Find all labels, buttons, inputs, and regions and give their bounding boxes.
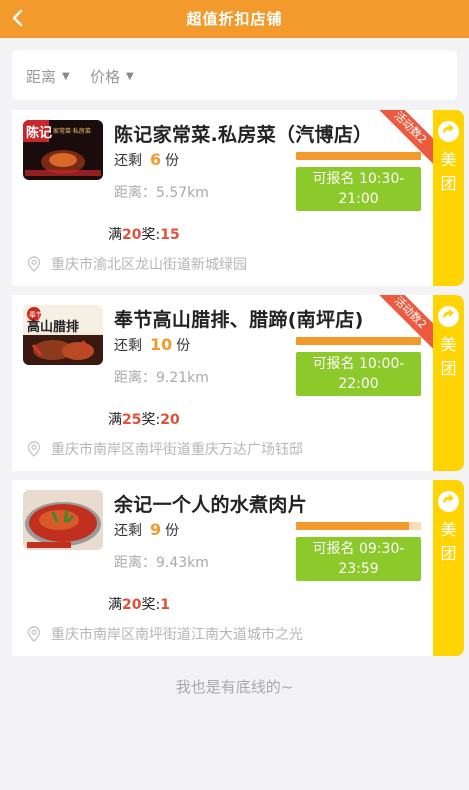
remaining-stock: 还剩 9 份 [114,520,179,540]
meituan-label: 美团 [440,150,457,193]
reward-amount: 15 [160,227,180,243]
store-address-text: 重庆市南岸区南坪街道重庆万达广场钰邸 [51,442,303,458]
reward-threshold: 20 [122,227,142,243]
store-thumbnail: 陈记 家常菜·私房菜 [23,120,103,180]
signup-button[interactable]: 可报名 09:30-23:59 [296,537,421,581]
store-distance: 距离：9.21km [114,370,209,386]
filter-price-label: 价格 [90,68,121,86]
activity-ribbon: 活动数2 [377,295,433,351]
store-distance: 距离：5.57km [114,185,209,201]
reward-amount: 1 [160,597,170,613]
reward-prefix: 满 [108,227,122,243]
remaining-count: 10 [150,335,173,354]
reward-threshold: 20 [122,597,142,613]
activity-ribbon: 活动数2 [377,110,433,166]
remaining-unit: 份 [165,153,180,169]
reward-rule: 满20奖:15 [108,224,180,244]
reward-threshold: 25 [122,412,142,428]
filter-distance[interactable]: 距离 ▼ [26,66,70,87]
remaining-count: 9 [150,520,162,539]
signup-button[interactable]: 可报名 10:00-22:00 [296,352,421,396]
remaining-unit: 份 [176,338,191,354]
caret-down-icon: ▼ [62,71,70,82]
svg-text:奉节: 奉节 [29,310,43,319]
remaining-label: 还剩 [114,153,142,169]
reward-rule: 满25奖:20 [108,409,180,429]
store-name: 陈记家常菜.私房菜（汽博店） [114,124,373,146]
store-thumbnail: 奉节 高山腊排 [23,305,103,365]
svg-text:高山腊排: 高山腊排 [27,319,79,335]
store-distance: 距离：9.43km [114,555,209,571]
progress-fill [296,522,409,530]
remaining-label: 还剩 [114,338,142,354]
store-name: 奉节高山腊排、腊蹄(南坪店) [114,309,364,331]
store-address: 重庆市南岸区南坪街道江南大道城市之光 [27,624,303,644]
signup-button[interactable]: 可报名 10:30-21:00 [296,167,421,211]
arrow-circle-icon [438,121,459,142]
meituan-label: 美团 [440,335,457,378]
store-card[interactable]: 余记一个人的水煮肉片 还剩 9 份 距离：9.43km 满20奖:1 重庆市南岸区南… [12,480,433,656]
arrow-circle-icon [438,491,459,512]
svg-text:家常菜·私房菜: 家常菜·私房菜 [53,127,91,135]
reward-mid: 奖: [141,412,161,428]
store-card[interactable]: 陈记 家常菜·私房菜 陈记家常菜.私房菜（汽博店） 还剩 6 份 距离：5.57km… [12,110,433,286]
meituan-tab[interactable]: 美团 [433,480,464,656]
remaining-unit: 份 [165,523,180,539]
activity-count-badge: 活动数2 [377,295,433,351]
location-pin-icon [27,441,41,457]
location-pin-icon [27,256,41,272]
reward-rule: 满20奖:1 [108,594,170,614]
reward-prefix: 满 [108,412,122,428]
reward-amount: 20 [160,412,180,428]
remaining-stock: 还剩 10 份 [114,335,190,355]
meituan-tab[interactable]: 美团 [433,295,464,471]
meituan-label: 美团 [440,520,457,563]
end-of-list-text: 我也是有底线的~ [175,678,294,696]
caret-down-icon: ▼ [126,71,134,82]
stock-progress-bar [296,522,421,530]
store-thumbnail [23,490,103,550]
filter-bar: 距离 ▼ 价格 ▼ [12,50,457,100]
store-address: 重庆市渝北区龙山街道新城绿园 [27,254,247,274]
store-address-text: 重庆市南岸区南坪街道江南大道城市之光 [51,627,303,643]
filter-price[interactable]: 价格 ▼ [90,66,134,87]
svg-text:陈记: 陈记 [26,125,52,141]
store-name: 余记一个人的水煮肉片 [114,494,308,516]
store-address: 重庆市南岸区南坪街道重庆万达广场钰邸 [27,439,303,459]
remaining-count: 6 [150,150,162,169]
app-header: 超值折扣店铺 [0,0,469,38]
location-pin-icon [27,626,41,642]
arrow-circle-icon [438,306,459,327]
filter-distance-label: 距离 [26,68,57,86]
store-card[interactable]: 奉节 高山腊排 奉节高山腊排、腊蹄(南坪店) 还剩 10 份 距离：9.21km 满… [12,295,433,471]
reward-mid: 奖: [141,597,161,613]
reward-mid: 奖: [141,227,161,243]
meituan-tab[interactable]: 美团 [433,110,464,286]
reward-prefix: 满 [108,597,122,613]
store-address-text: 重庆市渝北区龙山街道新城绿园 [51,257,247,273]
activity-count-badge: 活动数2 [377,110,433,166]
remaining-stock: 还剩 6 份 [114,150,179,170]
page-title: 超值折扣店铺 [186,10,283,28]
remaining-label: 还剩 [114,523,142,539]
